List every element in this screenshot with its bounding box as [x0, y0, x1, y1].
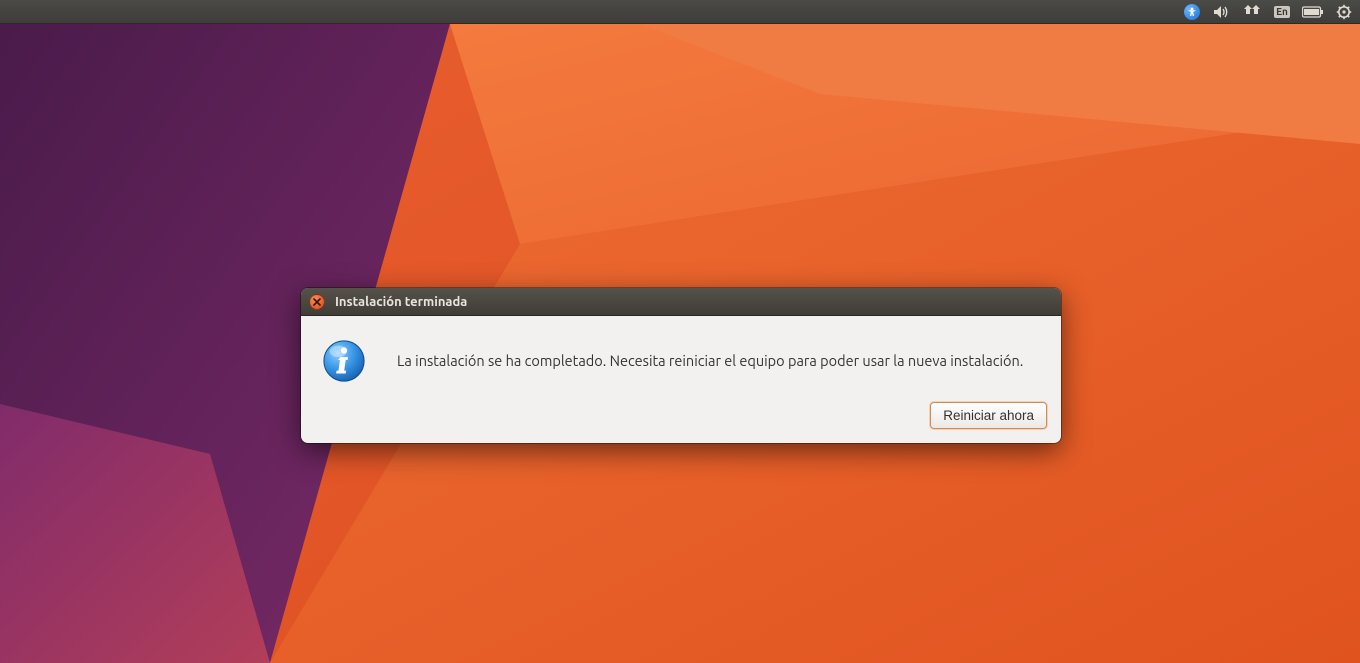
gear-power-icon: [1336, 4, 1352, 20]
dialog-titlebar[interactable]: Instalación terminada: [301, 288, 1061, 316]
network-indicator[interactable]: [1242, 0, 1262, 23]
volume-icon: [1213, 5, 1231, 19]
dialog-body: La instalación se ha completado. Necesit…: [301, 316, 1061, 392]
sound-indicator[interactable]: [1212, 0, 1232, 23]
accessibility-icon: [1184, 4, 1200, 20]
close-icon: [313, 298, 321, 306]
accessibility-indicator[interactable]: [1182, 0, 1202, 23]
battery-indicator[interactable]: [1302, 0, 1324, 23]
keyboard-layout-badge: En: [1274, 6, 1290, 18]
battery-icon: [1302, 6, 1324, 18]
system-top-bar: En: [0, 0, 1360, 24]
dialog-message: La instalación se ha completado. Necesit…: [397, 351, 1023, 371]
keyboard-indicator[interactable]: En: [1272, 0, 1292, 23]
install-complete-dialog: Instalación terminada La instalación se …: [301, 288, 1061, 443]
session-indicator[interactable]: [1334, 0, 1354, 23]
info-icon: [321, 338, 367, 384]
dialog-title: Instalación terminada: [335, 295, 467, 309]
restart-now-button[interactable]: Reiniciar ahora: [930, 402, 1047, 429]
close-button[interactable]: [309, 294, 325, 310]
network-updown-icon: [1244, 5, 1260, 19]
dialog-actions: Reiniciar ahora: [301, 392, 1061, 443]
